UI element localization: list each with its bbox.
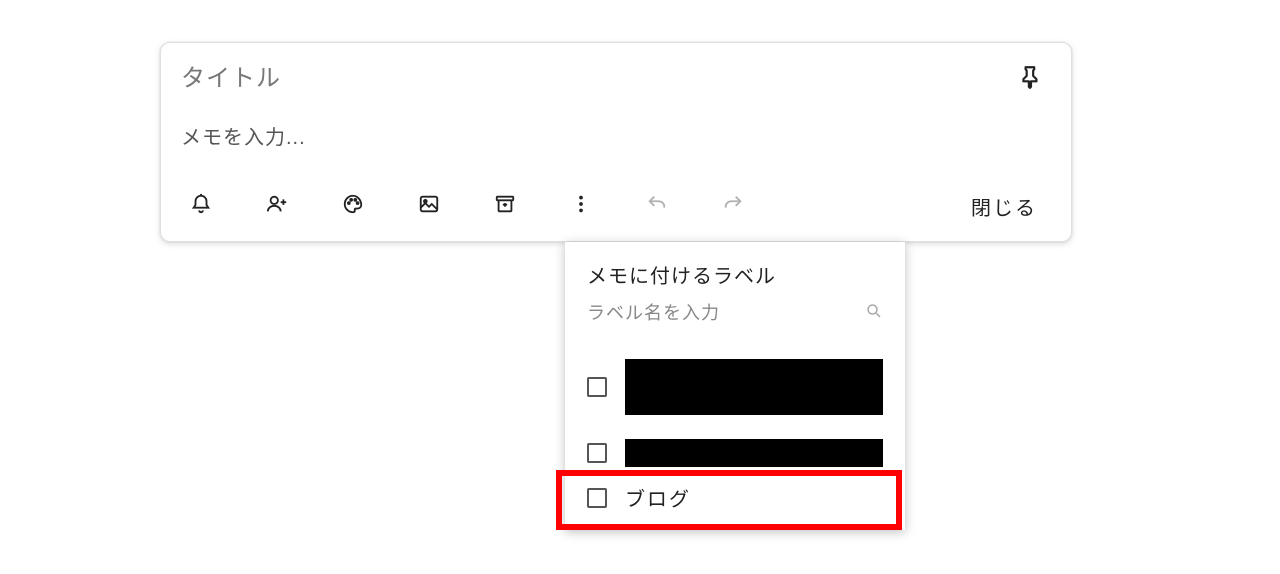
- bell-icon: [190, 193, 212, 220]
- reminder-button[interactable]: [181, 187, 221, 227]
- checkbox-icon[interactable]: [587, 377, 607, 397]
- checkbox-icon[interactable]: [587, 488, 607, 508]
- image-icon: [418, 193, 440, 220]
- label-search-input[interactable]: [587, 303, 865, 324]
- note-title-row: [181, 59, 1051, 99]
- label-item-label: [625, 439, 883, 467]
- note-body-input[interactable]: [181, 127, 1051, 150]
- more-button[interactable]: [561, 187, 601, 227]
- label-search-row: [565, 295, 905, 339]
- label-item-label: [625, 359, 883, 415]
- palette-button[interactable]: [333, 187, 373, 227]
- close-button[interactable]: 閉じる: [957, 184, 1051, 229]
- label-item-label: ブログ: [625, 483, 691, 512]
- search-icon: [865, 301, 883, 325]
- archive-icon: [494, 193, 516, 220]
- label-list: ブログ: [565, 339, 905, 520]
- note-card: 閉じる: [160, 42, 1072, 242]
- undo-icon: [646, 193, 668, 220]
- image-button[interactable]: [409, 187, 449, 227]
- note-toolbar: 閉じる: [181, 184, 1051, 237]
- label-item[interactable]: [565, 431, 905, 475]
- checkbox-icon[interactable]: [587, 443, 607, 463]
- redo-button[interactable]: [713, 187, 753, 227]
- palette-icon: [342, 193, 364, 220]
- label-menu-title: メモに付けるラベル: [565, 260, 905, 295]
- undo-button[interactable]: [637, 187, 677, 227]
- pin-icon: [1018, 64, 1044, 95]
- label-menu: メモに付けるラベル ブログ: [565, 242, 905, 530]
- person-add-icon: [266, 193, 288, 220]
- label-item[interactable]: ブログ: [565, 475, 905, 520]
- pin-button[interactable]: [1011, 59, 1051, 99]
- label-item[interactable]: [565, 343, 905, 431]
- note-title-input[interactable]: [181, 65, 999, 93]
- archive-button[interactable]: [485, 187, 525, 227]
- collaborator-button[interactable]: [257, 187, 297, 227]
- more-icon: [570, 193, 592, 220]
- redo-icon: [722, 193, 744, 220]
